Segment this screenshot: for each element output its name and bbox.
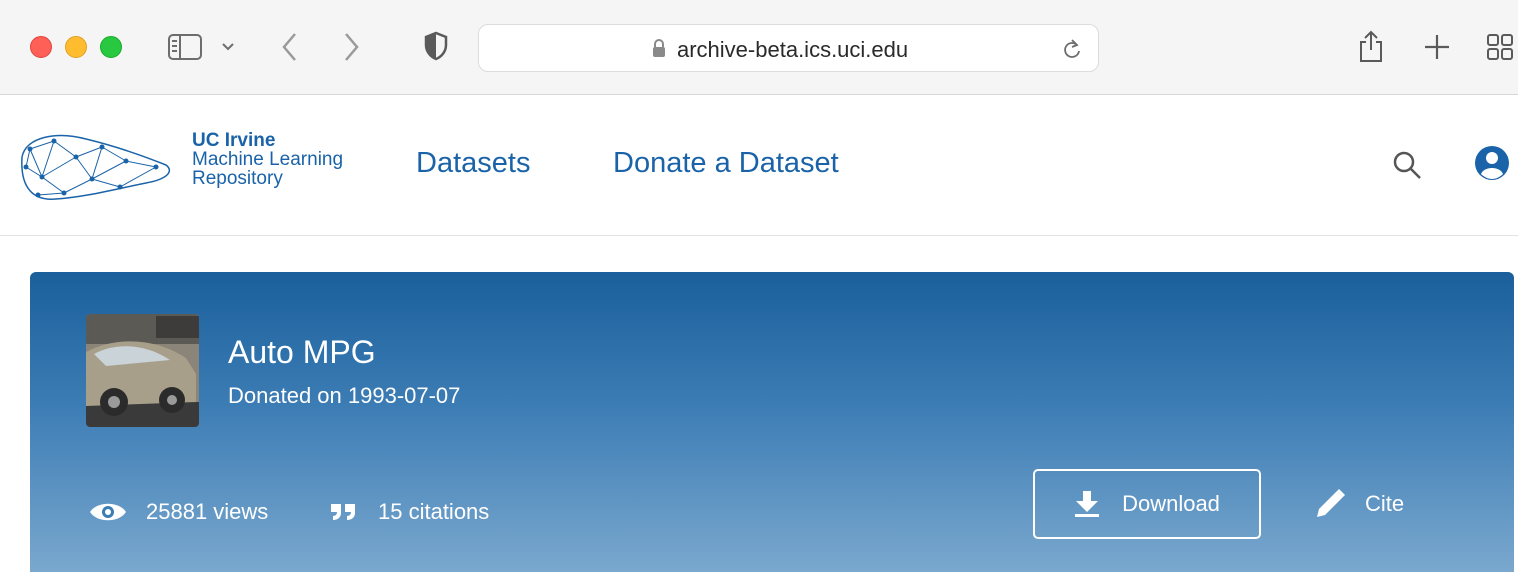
uci-logo-icon[interactable]: [16, 127, 176, 207]
zoom-window-button[interactable]: [100, 36, 122, 58]
logo-line-3: Repository: [192, 168, 283, 189]
cite-label: Cite: [1365, 491, 1405, 516]
dataset-thumbnail: [86, 314, 199, 427]
shield-icon[interactable]: [424, 31, 448, 61]
eye-icon: [88, 499, 128, 525]
share-icon[interactable]: [1357, 28, 1385, 64]
download-label: Download: [1122, 491, 1220, 516]
pencil-icon: [1313, 487, 1347, 521]
citations-stat: 15 citations: [330, 499, 489, 525]
views-stat: 25881 views: [88, 499, 268, 525]
views-count: 25881 views: [146, 499, 269, 524]
site-header: UC Irvine Machine Learning Repository Da…: [0, 95, 1518, 236]
forward-icon[interactable]: [340, 30, 362, 64]
browser-toolbar: archive-beta.ics.uci.edu: [0, 0, 1518, 95]
nav-donate-link[interactable]: Donate a Dataset: [613, 147, 839, 180]
close-window-button[interactable]: [30, 36, 52, 58]
dataset-title: Auto MPG: [228, 334, 376, 370]
nav-datasets-link[interactable]: Datasets: [416, 147, 530, 180]
url-text: archive-beta.ics.uci.edu: [677, 37, 909, 62]
logo-line-2: Machine Learning: [192, 149, 344, 170]
search-icon[interactable]: [1391, 149, 1423, 186]
cite-button[interactable]: Cite: [1313, 487, 1404, 521]
account-icon[interactable]: [1474, 145, 1510, 186]
back-icon[interactable]: [279, 30, 301, 64]
reload-icon[interactable]: [1060, 37, 1084, 66]
site-logo-text[interactable]: UC Irvine Machine Learning Repository: [192, 131, 343, 188]
donated-date: Donated on 1993-07-07: [228, 383, 461, 408]
tab-overview-icon[interactable]: [1486, 33, 1514, 61]
quote-icon: [330, 502, 356, 522]
download-button[interactable]: Download: [1033, 469, 1261, 539]
lock-icon: [651, 39, 667, 64]
chevron-down-icon[interactable]: [220, 40, 236, 54]
citations-count: 15 citations: [378, 499, 490, 524]
sidebar-icon[interactable]: [167, 32, 203, 62]
logo-line-1: UC Irvine: [192, 130, 276, 151]
download-icon: [1074, 490, 1100, 518]
new-tab-icon[interactable]: [1423, 33, 1451, 61]
minimize-window-button[interactable]: [65, 36, 87, 58]
address-bar[interactable]: archive-beta.ics.uci.edu: [478, 24, 1099, 72]
dataset-hero: Auto MPG Donated on 1993-07-07 25881 vie…: [30, 272, 1514, 572]
